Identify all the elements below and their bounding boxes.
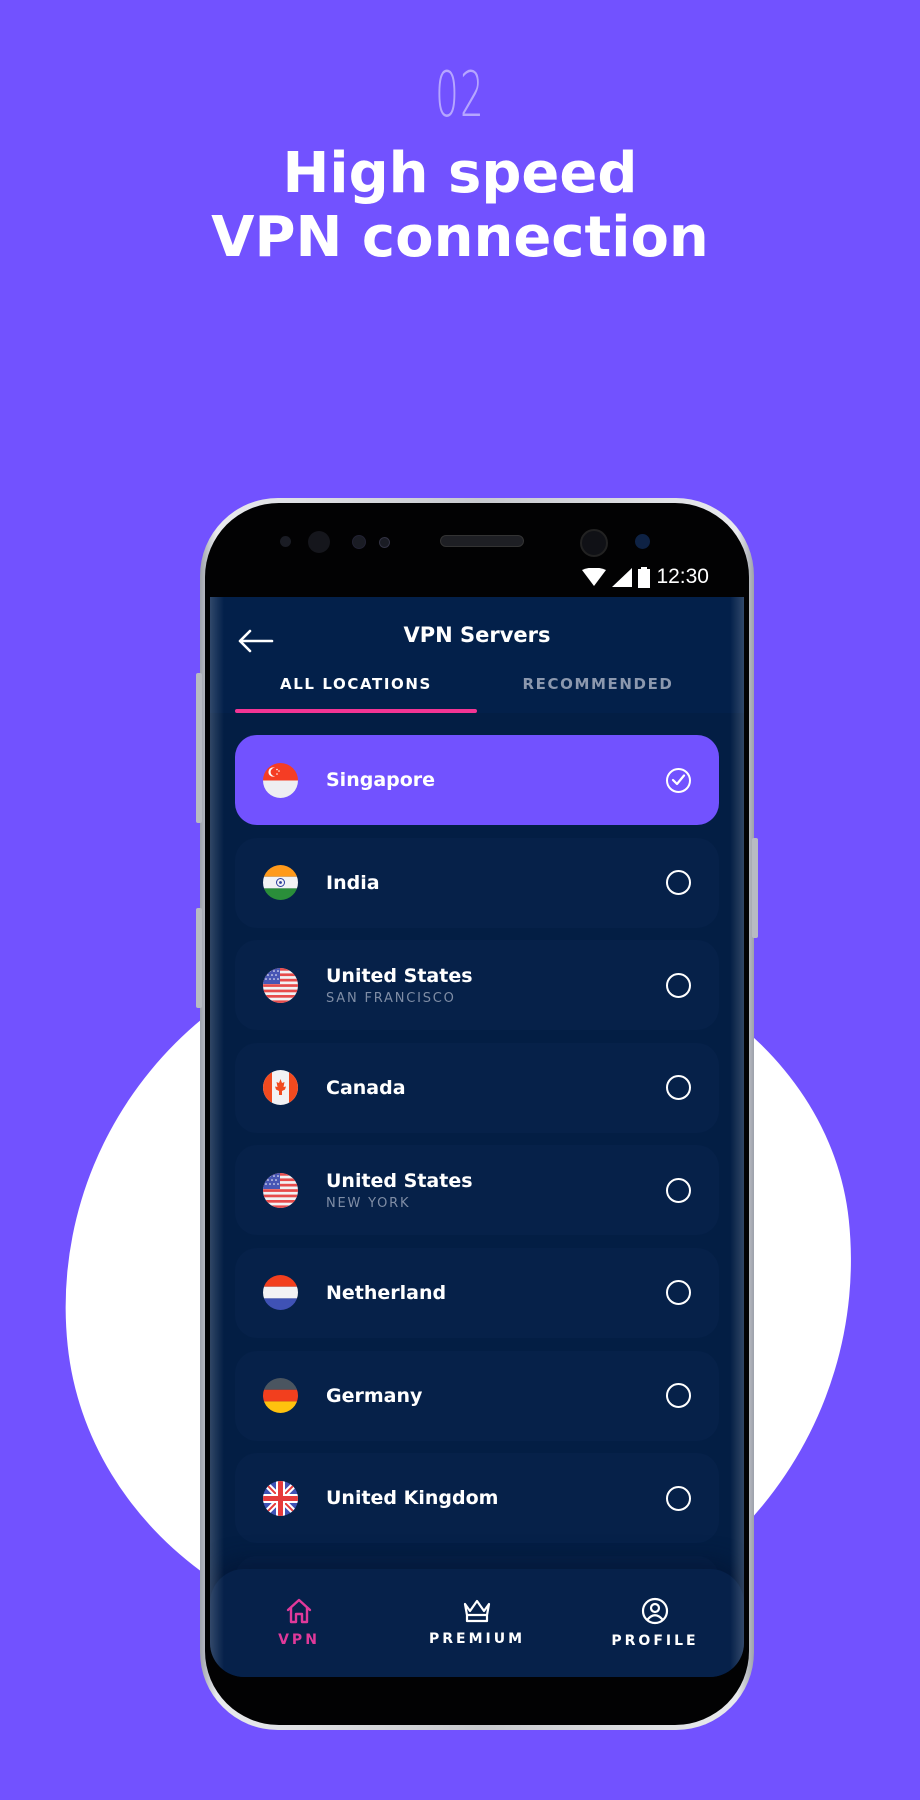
sensor-icon (379, 537, 390, 548)
screen-edge (210, 597, 224, 1677)
check-icon (671, 773, 686, 785)
nav-label: PREMIUM (428, 1631, 526, 1647)
flag-usa-icon (263, 1172, 298, 1208)
phone-side-button (196, 908, 202, 1008)
flag-india-icon (263, 865, 298, 901)
flag-usa-icon (263, 967, 298, 1003)
screen-edge (730, 597, 744, 1677)
flag-germany-icon (263, 1378, 298, 1414)
server-country: United Kingdom (326, 1487, 499, 1510)
flag-netherlands-icon (263, 1275, 298, 1311)
page-title: VPN Servers (403, 623, 551, 647)
nav-premium[interactable]: PREMIUM (388, 1569, 566, 1677)
server-item-germany[interactable]: Germany (235, 1350, 719, 1441)
server-list: Singapore India United States SAN FRANCI… (235, 735, 719, 1646)
nav-label: PROFILE (611, 1633, 699, 1649)
server-country: India (326, 871, 380, 894)
radio-unselected[interactable] (666, 870, 691, 896)
radio-unselected[interactable] (666, 972, 691, 998)
server-country: Netherland (326, 1281, 447, 1304)
step-number: 02 (435, 58, 485, 131)
server-country: Canada (326, 1076, 406, 1099)
radio-selected[interactable] (666, 767, 691, 793)
headline-line-2: VPN connection (211, 205, 709, 270)
promo-headline: High speed VPN connection (0, 142, 920, 270)
app-bar: VPN Servers ALL LOCATIONS RECOMMENDED (210, 597, 744, 713)
phone-body: 12:30 VPN Servers ALL LOCATIONS RECOMMEN… (205, 503, 749, 1725)
app-screen: VPN Servers ALL LOCATIONS RECOMMENDED Si… (210, 597, 744, 1677)
user-circle-icon (641, 1597, 669, 1625)
server-item-united-states-new-york[interactable]: United States NEW YORK (235, 1145, 719, 1236)
server-item-netherland[interactable]: Netherland (235, 1247, 719, 1338)
nav-vpn[interactable]: VPN (210, 1569, 388, 1677)
status-bar: 12:30 (582, 565, 709, 589)
sensor-icon (308, 531, 330, 553)
server-city: NEW YORK (326, 1195, 411, 1211)
sensor-icon (280, 536, 291, 547)
sensor-icon (352, 535, 366, 549)
flag-uk-icon (263, 1480, 298, 1516)
battery-icon (638, 566, 651, 588)
server-city: SAN FRANCISCO (326, 990, 456, 1006)
tab-recommended[interactable]: RECOMMENDED (477, 675, 719, 713)
server-country: United States (326, 964, 473, 987)
radio-unselected[interactable] (666, 1383, 691, 1409)
headline-line-1: High speed (282, 141, 638, 206)
speaker-grille (440, 535, 524, 547)
home-icon (286, 1598, 312, 1624)
server-item-singapore[interactable]: Singapore (235, 735, 719, 825)
crown-icon (463, 1599, 491, 1623)
signal-icon (612, 567, 633, 587)
wifi-icon (582, 568, 607, 586)
camera-icon (580, 529, 608, 557)
bottom-nav: VPN PREMIUM PROFILE (210, 1569, 744, 1677)
location-tabs: ALL LOCATIONS RECOMMENDED (235, 675, 719, 713)
radio-unselected[interactable] (666, 1075, 691, 1101)
status-time: 12:30 (656, 565, 709, 588)
server-country: Germany (326, 1384, 423, 1407)
server-item-india[interactable]: India (235, 837, 719, 928)
nav-profile[interactable]: PROFILE (566, 1569, 744, 1677)
nav-label: VPN (278, 1632, 320, 1648)
phone-side-button (752, 838, 758, 938)
radio-unselected[interactable] (666, 1280, 691, 1306)
server-country: Singapore (326, 769, 436, 791)
phone-mockup: 12:30 VPN Servers ALL LOCATIONS RECOMMEN… (196, 498, 758, 1730)
camera-icon (635, 534, 650, 549)
flag-canada-icon (263, 1070, 298, 1106)
server-item-canada[interactable]: Canada (235, 1042, 719, 1133)
phone-side-button (196, 673, 202, 823)
radio-unselected[interactable] (666, 1177, 691, 1203)
radio-unselected[interactable] (666, 1485, 691, 1511)
server-item-united-states-san-francisco[interactable]: United States SAN FRANCISCO (235, 940, 719, 1031)
flag-singapore-icon (263, 762, 298, 798)
server-country: United States (326, 1169, 473, 1192)
server-item-united-kingdom[interactable]: United Kingdom (235, 1453, 719, 1544)
tab-all-locations[interactable]: ALL LOCATIONS (235, 675, 477, 713)
